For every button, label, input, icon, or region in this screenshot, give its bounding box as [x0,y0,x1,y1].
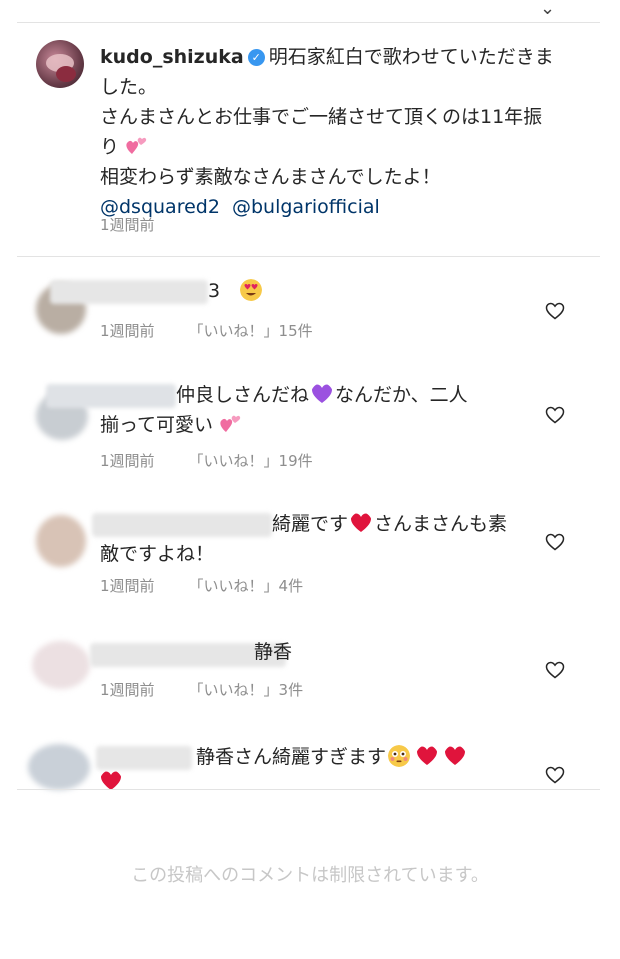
avatar[interactable] [32,641,90,689]
comment-text: 3 [208,280,221,302]
comment-meta: 1週間前 「いいね！」19件 [100,452,313,470]
like-count[interactable]: 「いいね！」4件 [189,577,304,595]
heart-outline-icon[interactable] [545,661,565,679]
red-heart-icon [445,746,466,765]
divider [17,256,600,257]
avatar[interactable] [28,744,90,790]
two-hearts-icon [220,415,241,432]
divider [17,789,600,790]
heart-outline-icon[interactable] [545,406,565,424]
divider [17,22,600,23]
blurred-username [92,513,272,537]
comment-text: 仲良しさんだね [176,384,310,406]
red-heart-icon [417,746,438,765]
purple-heart-icon [312,384,333,403]
like-count[interactable]: 「いいね！」19件 [189,452,313,470]
post-username[interactable]: kudo_shizuka [100,46,244,68]
chevron-down-icon[interactable]: ⌄ [540,0,555,19]
comment-meta: 1週間前 「いいね！」3件 [100,681,304,699]
blurred-username [96,746,192,770]
caption-text: kudo_shizuka ✓ 明石家紅白で歌わせていただきま した。 さんまさんとお… [100,46,554,218]
heart-eyes-emoji-icon [240,279,263,301]
heart-outline-icon[interactable] [545,302,565,320]
comments-restricted-notice: この投稿へのコメントは制限されています。 [131,865,489,886]
comment-text: 静香さん綺麗すぎます [196,746,387,768]
heart-outline-icon[interactable] [545,766,565,784]
like-count[interactable]: 「いいね！」3件 [189,681,304,699]
avatar[interactable] [36,40,84,88]
blurred-username [46,384,176,408]
two-hearts-icon [126,137,147,154]
heart-outline-icon[interactable] [545,533,565,551]
comment-text: 静香 [254,641,293,663]
comment-meta: 1週間前 「いいね！」4件 [100,577,304,595]
red-heart-icon [351,513,372,532]
mention-link[interactable]: @bulgariofficial [232,196,380,218]
blurred-username [50,280,208,304]
flushed-face-emoji-icon [388,745,411,767]
like-count[interactable]: 「いいね！」15件 [189,322,313,340]
avatar[interactable] [36,515,86,567]
post-timestamp: 1週間前 [100,216,155,234]
comment-meta: 1週間前 「いいね！」15件 [100,322,313,340]
comment-text: 綺麗です [272,513,349,535]
verified-icon: ✓ [247,49,265,66]
